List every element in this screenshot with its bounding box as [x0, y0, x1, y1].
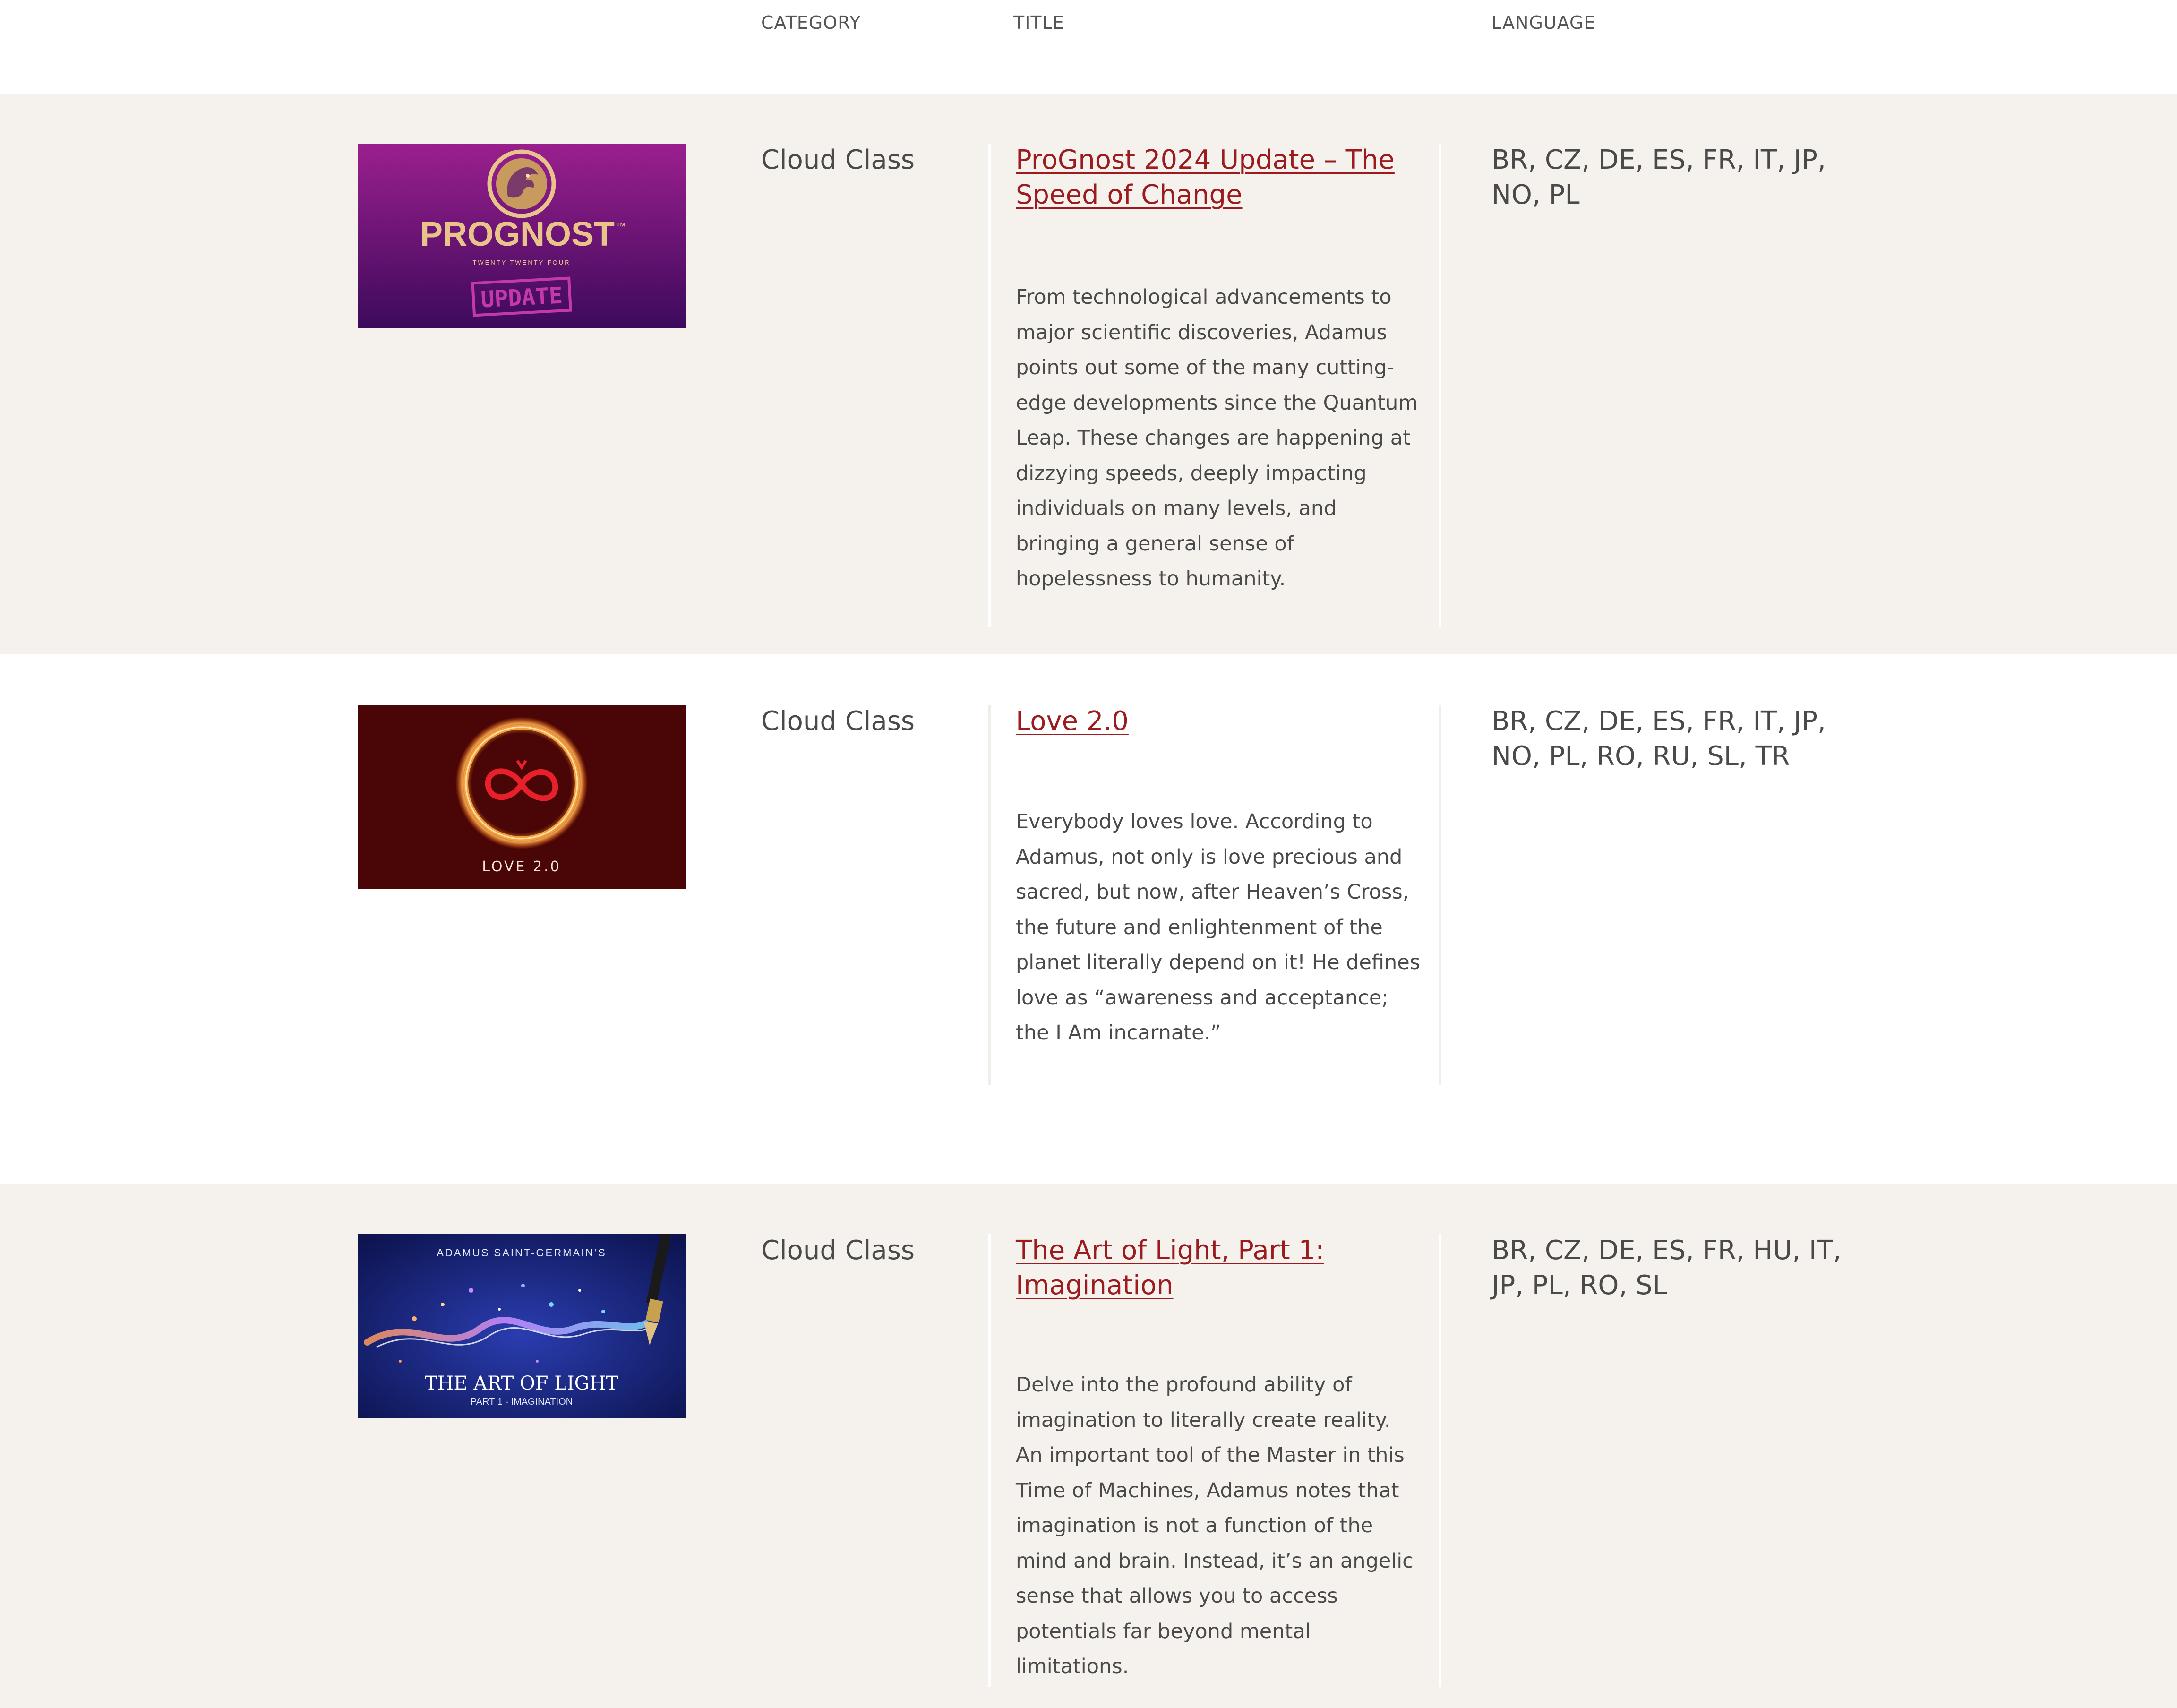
- title-link[interactable]: ProGnost 2024 Update – The Speed of Chan…: [1016, 143, 1431, 213]
- table-row: LOVE 2.0 Cloud Class Love 2.0 Everybody …: [0, 654, 2177, 1184]
- category-column-header: CATEGORY: [761, 12, 861, 33]
- language-cell: BR, CZ, DE, ES, FR, IT, JP, NO, PL: [1491, 145, 1826, 210]
- thumbnail-label: THE ART OF LIGHT: [425, 1373, 619, 1394]
- title-link[interactable]: The Art of Light, Part 1: Imagination: [1016, 1233, 1431, 1303]
- column-divider: [988, 1234, 991, 1687]
- column-divider: [1439, 705, 1441, 1085]
- category-cell: Cloud Class: [761, 706, 915, 737]
- title-column-header: TITLE: [1013, 12, 1064, 33]
- table-row: ADAMUS SAINT-GERMAIN’S THE ART OF LIGHT …: [0, 1184, 2177, 1708]
- column-divider: [1439, 1234, 1441, 1687]
- language-cell: BR, CZ, DE, ES, FR, IT, JP, NO, PL, RO, …: [1491, 706, 1826, 772]
- art-of-light-thumbnail[interactable]: ADAMUS SAINT-GERMAIN’S THE ART OF LIGHT …: [358, 1234, 686, 1418]
- trademark-text: ™: [616, 220, 626, 232]
- thumbnail-sublabel: PART 1 - IMAGINATION: [471, 1397, 573, 1407]
- dragon-emblem-icon: [487, 149, 556, 218]
- description-text: From technological advancements to major…: [1016, 285, 1418, 591]
- language-cell: BR, CZ, DE, ES, FR, HU, IT, JP, PL, RO, …: [1491, 1235, 1842, 1301]
- infinity-hearts-ring-icon: [455, 717, 588, 849]
- stamp-text: UPDATE: [480, 282, 563, 313]
- category-cell: Cloud Class: [761, 145, 915, 175]
- description-text: Delve into the profound ability of imagi…: [1016, 1373, 1414, 1678]
- love-thumbnail[interactable]: LOVE 2.0: [358, 705, 686, 889]
- title-link[interactable]: Love 2.0: [1016, 704, 1431, 739]
- thumbnail-label: LOVE 2.0: [482, 858, 561, 875]
- table-header: CATEGORY TITLE LANGUAGE: [0, 0, 2177, 94]
- language-column-header: LANGUAGE: [1491, 12, 1596, 33]
- prognost-thumbnail[interactable]: PROGNOST ™ TWENTY TWENTY FOUR UPDATE: [358, 144, 686, 328]
- subtitle-text: TWENTY TWENTY FOUR: [472, 259, 570, 266]
- thumbnail-overline: ADAMUS SAINT-GERMAIN’S: [437, 1247, 606, 1259]
- column-divider: [1439, 144, 1441, 627]
- table-row: PROGNOST ™ TWENTY TWENTY FOUR UPDATE Clo…: [0, 94, 2177, 654]
- description-text: Everybody loves love. According to Adamu…: [1016, 810, 1421, 1045]
- category-cell: Cloud Class: [761, 1235, 915, 1266]
- column-divider: [988, 144, 991, 627]
- brand-text: PROGNOST: [420, 215, 615, 253]
- column-divider: [988, 705, 991, 1085]
